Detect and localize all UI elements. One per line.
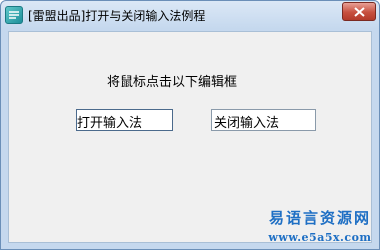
window-title: [雷盟出品]打开与关闭输入法例程 <box>28 9 206 23</box>
edit-close-ime[interactable]: 关闭输入法 <box>211 109 316 131</box>
client-area: 将鼠标点击以下编辑框 打开输入法 关闭输入法 易语言资源网 www.e5a5x.… <box>8 31 372 243</box>
watermark: 易语言资源网 www.e5a5x.com <box>265 209 375 244</box>
watermark-name: 易语言资源网 <box>268 209 371 227</box>
hint-label: 将鼠标点击以下编辑框 <box>107 75 238 90</box>
watermark-url: www.e5a5x.com <box>268 231 372 244</box>
close-button[interactable] <box>342 2 376 21</box>
app-icon[interactable] <box>5 6 23 24</box>
edit-open-ime[interactable]: 打开输入法 <box>76 109 173 131</box>
close-icon <box>354 7 365 17</box>
title-bar[interactable]: [雷盟出品]打开与关闭输入法例程 <box>1 1 379 31</box>
app-window: [雷盟出品]打开与关闭输入法例程 将鼠标点击以下编辑框 打开输入法 关闭输入法 … <box>0 0 380 250</box>
